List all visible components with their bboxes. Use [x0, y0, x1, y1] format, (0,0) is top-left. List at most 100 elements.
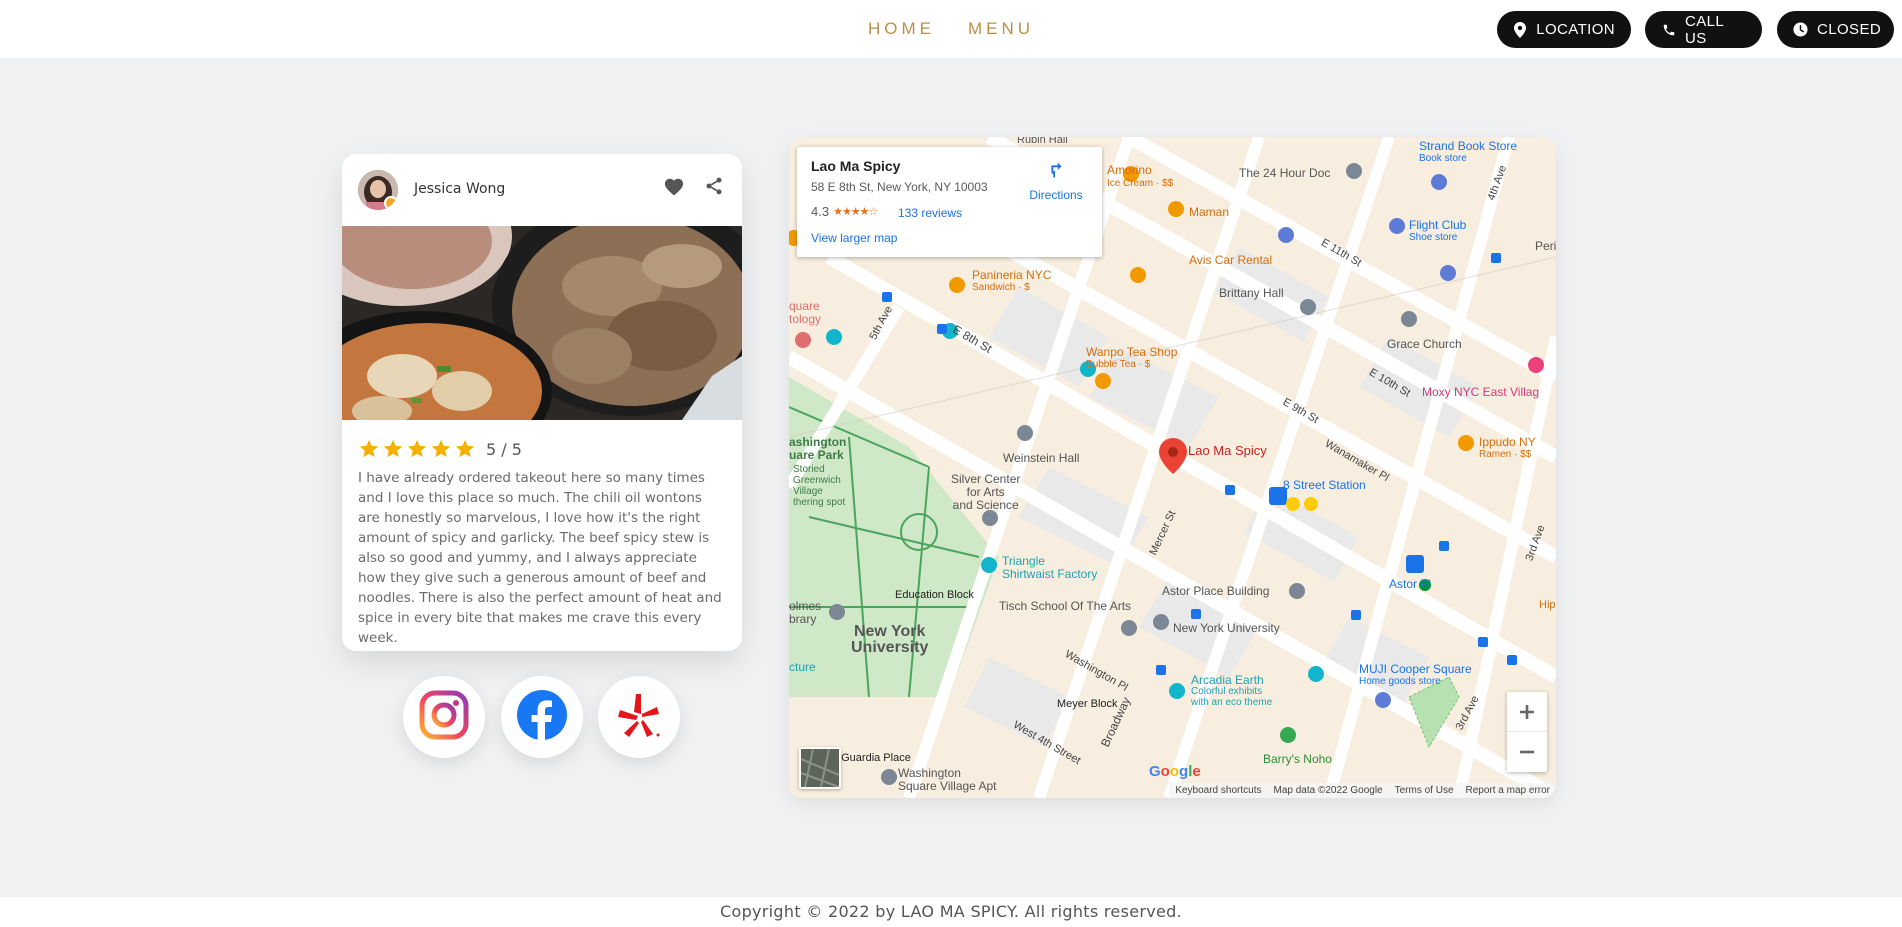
map-zoom-controls — [1507, 692, 1547, 772]
keyboard-shortcuts-link[interactable]: Keyboard shortcuts — [1175, 785, 1261, 796]
reviewer-avatar — [358, 170, 398, 210]
instagram-button[interactable] — [403, 676, 485, 758]
map-place-name: Lao Ma Spicy — [811, 158, 901, 174]
map-label: Education Block — [895, 589, 974, 601]
map-label: Home goods store — [1359, 676, 1441, 687]
copyright-text: Copyright © 2022 by LAO MA SPICY. All ri… — [720, 902, 1182, 921]
star-icon — [454, 438, 476, 460]
map-label: Shoe store — [1409, 232, 1458, 243]
heart-icon[interactable] — [662, 174, 686, 198]
satellite-thumbnail-icon — [800, 748, 840, 788]
map-label: New York University — [851, 623, 929, 656]
map-label: Ippudo NY — [1479, 435, 1536, 449]
map-label: Book store — [1419, 153, 1467, 164]
zoom-in-button[interactable] — [1507, 692, 1547, 732]
map-label: Bubble Tea · $ — [1086, 359, 1151, 370]
directions-icon — [1045, 162, 1067, 185]
map-label: ashington uare Park — [789, 435, 847, 462]
map-place-card: Lao Ma Spicy 58 E 8th St, New York, NY 1… — [797, 147, 1102, 257]
map-label: Arcadia Earth — [1191, 673, 1264, 687]
map-reviews-link[interactable]: 133 reviews — [898, 206, 962, 220]
map-label: olmes brary — [789, 599, 822, 626]
location-button[interactable]: LOCATION — [1497, 11, 1631, 48]
top-header: HOME MENU LOCATION CALL US CLOSED — [0, 0, 1902, 58]
map-label: Tisch School Of The Arts — [999, 599, 1132, 613]
map-label: Storied Greenwich Village thering spot — [793, 464, 846, 508]
map-label: Astor Place Building — [1162, 584, 1270, 598]
map-place-rating: 4.3 ★★★★☆ — [811, 204, 878, 219]
zoom-out-button[interactable] — [1507, 732, 1547, 772]
map-label: Hip — [1539, 599, 1556, 611]
satellite-toggle-button[interactable] — [799, 747, 841, 789]
map-label: Ramen · $$ — [1479, 449, 1532, 460]
page-footer: Copyright © 2022 by LAO MA SPICY. All ri… — [0, 897, 1902, 927]
clock-icon — [1793, 22, 1808, 38]
review-score: 5 / 5 — [486, 439, 522, 459]
directions-button[interactable]: Directions — [1025, 159, 1087, 202]
location-label: LOCATION — [1536, 21, 1615, 38]
review-text: I have already ordered takeout here so m… — [358, 470, 722, 646]
hours-status-label: CLOSED — [1817, 21, 1882, 38]
star-icon — [382, 438, 404, 460]
nav-home-link[interactable]: HOME — [868, 19, 935, 39]
map-label: Barry's Noho — [1263, 752, 1332, 766]
review-header: Jessica Wong — [342, 154, 742, 226]
map-label: aGuardia Place — [835, 752, 911, 764]
map-label: Weinstein Hall — [1003, 451, 1080, 465]
map-rating-value: 4.3 — [811, 204, 830, 219]
directions-label: Directions — [1029, 188, 1083, 202]
map-label: Grace Church — [1387, 337, 1462, 351]
reviewer-name: Jessica Wong — [414, 181, 506, 197]
map-label: Meyer Block — [1057, 698, 1118, 710]
map-attribution: Keyboard shortcuts Map data ©2022 Google… — [1169, 783, 1556, 798]
map-label: Panineria NYC — [972, 268, 1052, 282]
map-data-text: Map data ©2022 Google — [1273, 785, 1383, 796]
minus-icon — [1520, 750, 1534, 754]
map-label: Rubin Hall — [1017, 137, 1068, 146]
star-icon — [358, 438, 380, 460]
facebook-icon — [516, 689, 568, 745]
map-label: cture — [789, 660, 816, 674]
map-label: Triangle Shirtwaist Factory — [1002, 554, 1098, 581]
call-us-button[interactable]: CALL US — [1645, 11, 1762, 48]
call-us-label: CALL US — [1685, 12, 1724, 47]
map-label: The 24 Hour Doc — [1239, 166, 1331, 180]
map-label: Washington Square Village Apt — [898, 766, 997, 793]
map-label: Amorino — [1107, 163, 1152, 177]
lao-ma-map-label: Lao Ma Spicy — [1188, 443, 1267, 458]
review-food-photo — [342, 226, 742, 420]
review-card: Jessica Wong 5 / 5 I have already ordere… — [342, 154, 742, 651]
map-label: Maman — [1189, 205, 1230, 219]
map-label: Wanpo Tea Shop — [1086, 345, 1178, 359]
map-pin-icon — [1513, 21, 1527, 38]
map-label: MUJI Cooper Square — [1359, 662, 1472, 676]
review-rating: 5 / 5 — [358, 438, 522, 460]
google-map-embed[interactable]: Rubin Hall Strand Book Store Book store … — [789, 137, 1556, 798]
facebook-button[interactable] — [501, 676, 583, 758]
map-label: Avis Car Rental — [1189, 253, 1273, 267]
map-label: quare tology — [789, 299, 822, 326]
report-error-link[interactable]: Report a map error — [1466, 785, 1550, 796]
map-label: Peri — [1535, 239, 1556, 253]
terms-link[interactable]: Terms of Use — [1395, 785, 1454, 796]
phone-icon — [1661, 22, 1676, 38]
instagram-icon — [419, 690, 469, 744]
view-larger-map-link[interactable]: View larger map — [811, 231, 897, 245]
map-label: Astor Pl — [1389, 577, 1432, 591]
map-rating-stars: ★★★★☆ — [833, 206, 878, 218]
map-label: Ice Cream · $$ — [1107, 178, 1174, 189]
nav-menu-link[interactable]: MENU — [968, 19, 1034, 39]
map-label: Brittany Hall — [1219, 286, 1284, 300]
main-nav: HOME MENU — [868, 19, 1034, 39]
lao-ma-pin-icon — [1159, 438, 1187, 474]
map-label: Strand Book Store — [1419, 139, 1518, 153]
star-icon — [406, 438, 428, 460]
plus-icon — [1520, 704, 1534, 719]
share-icon[interactable] — [702, 174, 726, 198]
map-place-address: 58 E 8th St, New York, NY 10003 — [811, 180, 988, 194]
map-label: 8 Street Station — [1283, 478, 1366, 492]
reviewer-badge-icon — [384, 196, 398, 210]
yelp-button[interactable] — [598, 676, 680, 758]
map-label: Flight Club — [1409, 218, 1467, 232]
hours-status-button[interactable]: CLOSED — [1777, 11, 1894, 48]
